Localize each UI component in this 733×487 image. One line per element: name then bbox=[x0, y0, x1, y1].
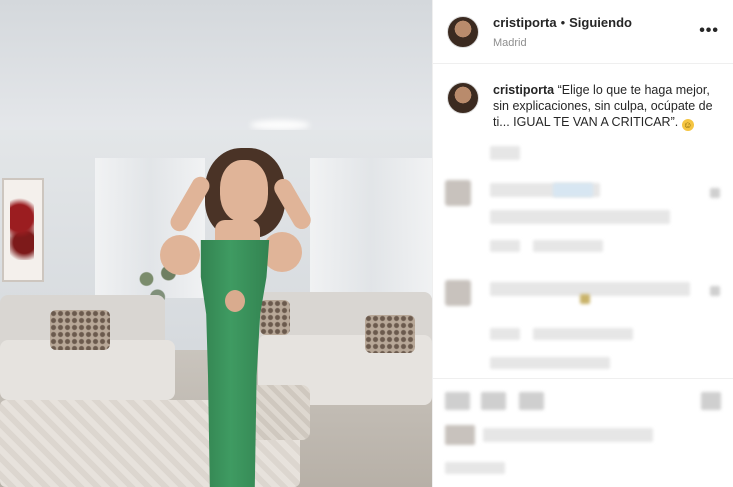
blurred-likes-text bbox=[483, 428, 653, 442]
blurred-comment bbox=[490, 210, 670, 224]
blurred-comment-button bbox=[481, 392, 506, 410]
following-button[interactable]: Siguiendo bbox=[569, 15, 632, 30]
blurred-date bbox=[445, 462, 505, 474]
caption: cristiporta “Elige lo que te haga mejor,… bbox=[433, 64, 733, 131]
separator-dot: • bbox=[560, 15, 566, 31]
blurred-avatar bbox=[445, 180, 471, 206]
location-link[interactable]: Madrid bbox=[493, 37, 632, 50]
blurred-meta bbox=[533, 328, 633, 340]
curtain bbox=[310, 158, 432, 298]
instagram-post: cristiporta • Siguiendo Madrid ••• cristip… bbox=[0, 0, 733, 487]
username-link[interactable]: cristiporta bbox=[493, 15, 557, 30]
blurred-meta bbox=[490, 240, 520, 252]
blurred-like-icon bbox=[710, 188, 720, 198]
header-text: cristiporta • Siguiendo Madrid bbox=[493, 13, 632, 49]
pillow bbox=[50, 310, 110, 350]
caption-text: cristiporta “Elige lo que te haga mejor,… bbox=[493, 82, 718, 131]
blurred-avatar bbox=[445, 280, 471, 306]
blurred-save-button bbox=[701, 392, 721, 410]
blurred-comment bbox=[490, 282, 690, 296]
blurred-comment bbox=[553, 183, 593, 197]
dress-cutout bbox=[225, 290, 245, 312]
caption-avatar[interactable] bbox=[447, 82, 479, 114]
wall-painting bbox=[2, 178, 44, 282]
more-options-icon[interactable]: ••• bbox=[699, 22, 719, 40]
blurred-likes-avatar bbox=[445, 425, 475, 445]
avatar[interactable] bbox=[447, 15, 479, 48]
caption-username[interactable]: cristiporta bbox=[493, 83, 554, 97]
smile-emoji-icon: ☺ bbox=[681, 119, 694, 131]
divider bbox=[433, 378, 733, 379]
post-header: cristiporta • Siguiendo Madrid ••• bbox=[433, 0, 733, 64]
blurred-like-icon bbox=[710, 286, 720, 296]
blurred-like-button bbox=[445, 392, 470, 410]
pillow bbox=[260, 300, 290, 335]
post-side-panel: cristiporta • Siguiendo Madrid ••• cristip… bbox=[432, 0, 733, 487]
ceiling-light bbox=[250, 120, 310, 130]
blurred-meta bbox=[490, 328, 520, 340]
shoulder bbox=[160, 235, 200, 275]
pillow bbox=[365, 315, 415, 353]
woman-face bbox=[220, 160, 268, 222]
blurred-share-button bbox=[519, 392, 544, 410]
blurred-emoji bbox=[580, 294, 590, 304]
blurred-timestamp bbox=[490, 146, 520, 160]
post-photo[interactable] bbox=[0, 0, 432, 487]
blurred-meta bbox=[490, 357, 610, 369]
blurred-meta bbox=[533, 240, 603, 252]
